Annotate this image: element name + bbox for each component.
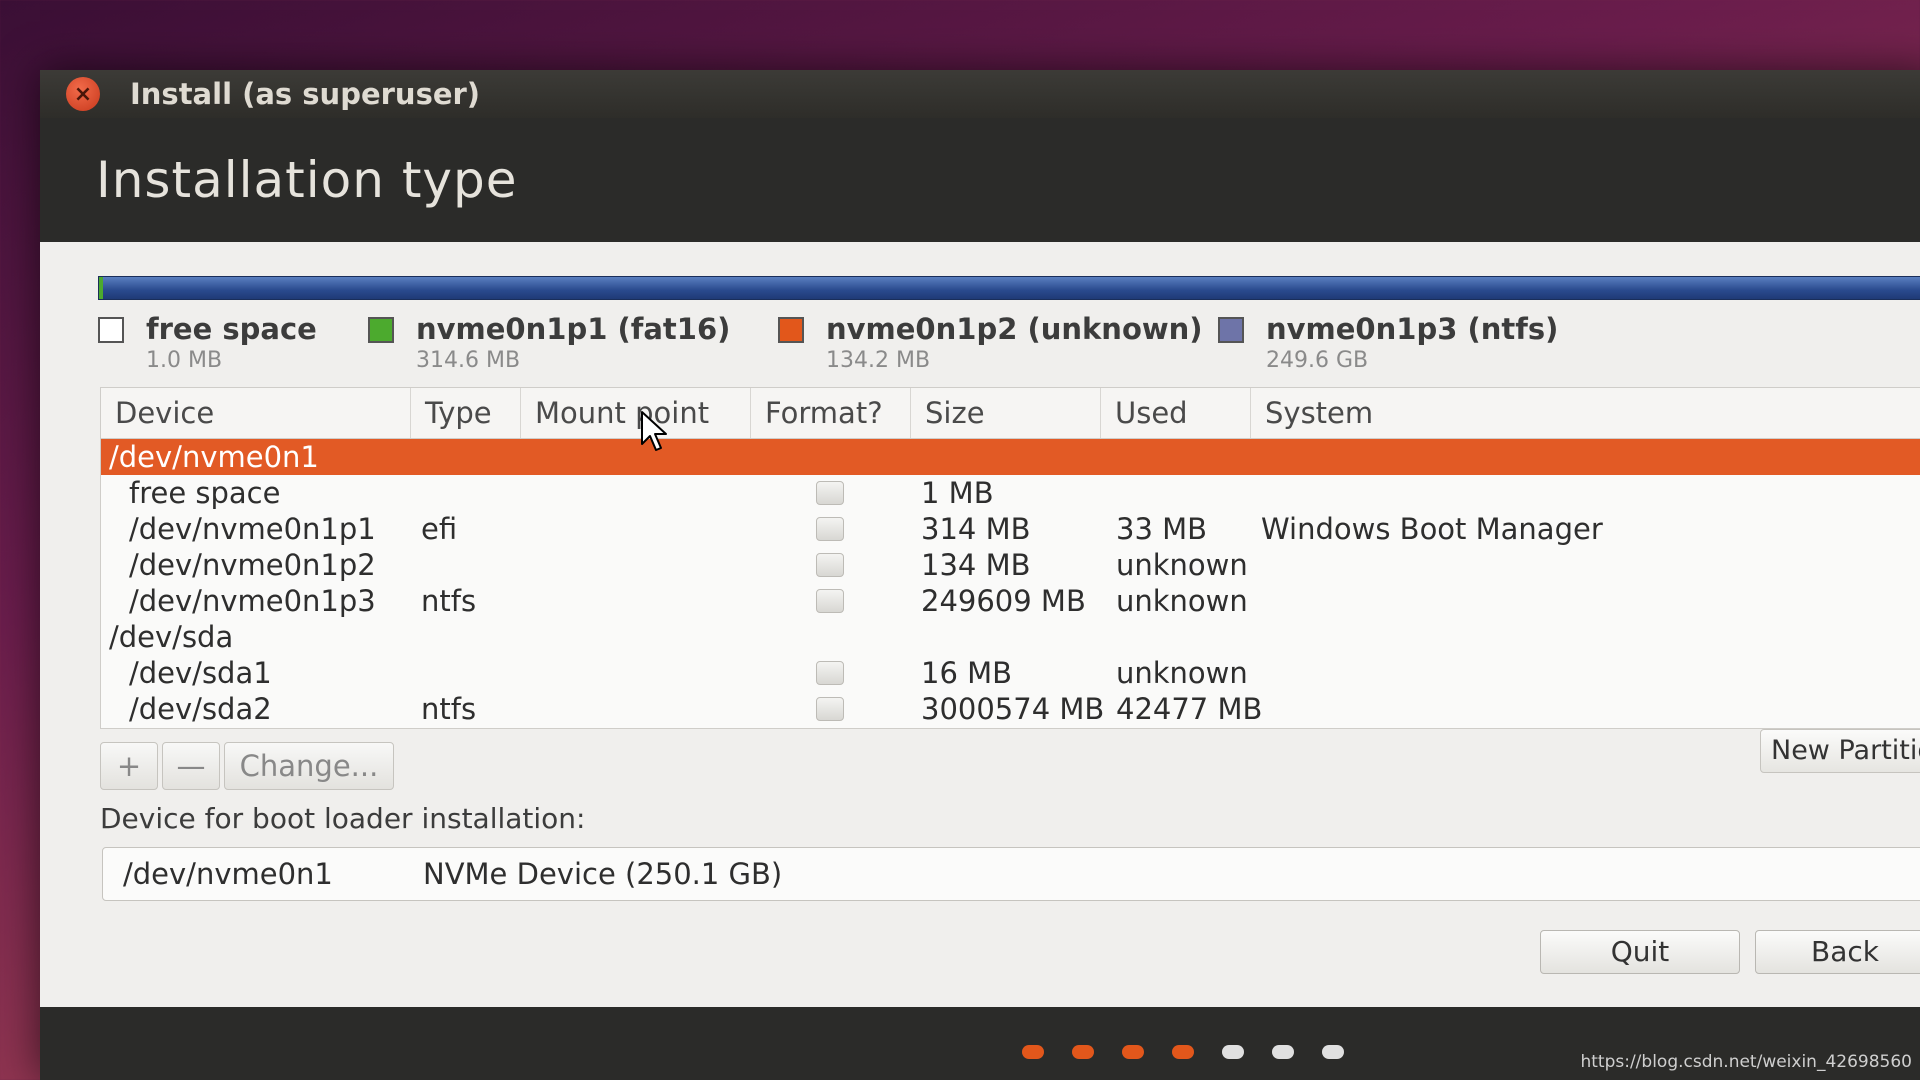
progress-dot [1022, 1045, 1044, 1059]
cell-used: unknown [1116, 656, 1248, 690]
legend-name: nvme0n1p2 (unknown) [826, 312, 1203, 346]
close-icon[interactable]: × [66, 77, 100, 111]
legend-item: free space 1.0 MB [98, 312, 317, 373]
watermark: https://blog.csdn.net/weixin_42698560 [1580, 1052, 1912, 1072]
legend-item: nvme0n1p3 (ntfs) 249.6 GB [1218, 312, 1558, 373]
progress-dot [1272, 1045, 1294, 1059]
legend-size: 249.6 GB [1266, 348, 1369, 373]
table-row[interactable]: /dev/nvme0n1p1 efi 314 MB 33 MB Windows … [101, 511, 1920, 547]
legend-swatch [1218, 317, 1244, 343]
column-header-type[interactable]: Type [411, 388, 521, 438]
column-header-used[interactable]: Used [1101, 388, 1251, 438]
progress-dot [1072, 1045, 1094, 1059]
progress-dot [1322, 1045, 1344, 1059]
mouse-pointer-icon [641, 411, 667, 451]
cell-type: ntfs [421, 584, 477, 618]
legend-name: nvme0n1p3 (ntfs) [1266, 312, 1559, 346]
legend-size: 134.2 MB [826, 348, 931, 373]
cell-size: 1 MB [921, 476, 994, 510]
legend-name: nvme0n1p1 (fat16) [416, 312, 731, 346]
progress-dot [1222, 1045, 1244, 1059]
cell-used: unknown [1116, 584, 1248, 618]
progress-dots [1022, 1045, 1372, 1059]
content-area: free space 1.0 MB nvme0n1p1 (fat16) 314.… [40, 242, 1920, 1007]
cell-size: 16 MB [921, 656, 1013, 690]
progress-dot [1172, 1045, 1194, 1059]
column-header-system[interactable]: System [1251, 388, 1920, 438]
bootloader-device: /dev/nvme0n1 [123, 857, 333, 891]
format-checkbox[interactable] [816, 697, 844, 721]
cell-device: /dev/nvme0n1p2 [129, 548, 376, 582]
cell-device: free space [129, 476, 281, 510]
legend-item: nvme0n1p2 (unknown) 134.2 MB [778, 312, 1203, 373]
remove-partition-button[interactable]: — [162, 742, 220, 790]
cell-used: 33 MB [1116, 512, 1208, 546]
back-button[interactable]: Back [1755, 930, 1920, 974]
new-partition-table-button[interactable]: New Partition [1760, 729, 1920, 773]
table-row[interactable]: /dev/nvme0n1p3 ntfs 249609 MB unknown [101, 583, 1920, 619]
table-row[interactable]: /dev/sda1 16 MB unknown [101, 655, 1920, 691]
cell-system: Windows Boot Manager [1261, 512, 1603, 546]
title-bar: × Install (as superuser) [40, 70, 1920, 118]
page-title: Installation type [96, 151, 518, 209]
cell-size: 249609 MB [921, 584, 1086, 618]
column-header-format[interactable]: Format? [751, 388, 911, 438]
legend-swatch [368, 317, 394, 343]
legend-size: 314.6 MB [416, 348, 521, 373]
cell-device: /dev/nvme0n1p3 [129, 584, 376, 618]
partition-bar-segment [99, 277, 103, 299]
table-row[interactable]: free space 1 MB [101, 475, 1920, 511]
table-row[interactable]: /dev/nvme0n1 [101, 439, 1920, 475]
bootloader-description: NVMe Device (250.1 GB) [423, 857, 783, 891]
column-header-mount-point[interactable]: Mount point [521, 388, 751, 438]
format-checkbox[interactable] [816, 661, 844, 685]
column-header-device[interactable]: Device [101, 388, 411, 438]
installer-window: × Install (as superuser) Installation ty… [40, 70, 1920, 1080]
partition-toolbar: + — Change... [100, 742, 398, 792]
cell-device: /dev/nvme0n1p1 [129, 512, 376, 546]
legend-size: 1.0 MB [146, 348, 223, 373]
bootloader-label: Device for boot loader installation: [100, 802, 586, 835]
table-row[interactable]: /dev/nvme0n1p2 134 MB unknown [101, 547, 1920, 583]
cell-device: /dev/nvme0n1 [109, 440, 319, 474]
cell-device: /dev/sda2 [129, 692, 272, 726]
cell-device: /dev/sda [109, 620, 234, 654]
format-checkbox[interactable] [816, 517, 844, 541]
legend-swatch [98, 317, 124, 343]
cell-used: 42477 MB [1116, 692, 1263, 726]
cell-size: 314 MB [921, 512, 1031, 546]
legend-name: free space [146, 312, 317, 346]
add-partition-button[interactable]: + [100, 742, 158, 790]
cell-device: /dev/sda1 [129, 656, 272, 690]
format-checkbox[interactable] [816, 553, 844, 577]
change-partition-button[interactable]: Change... [224, 742, 394, 790]
cell-used: unknown [1116, 548, 1248, 582]
legend-item: nvme0n1p1 (fat16) 314.6 MB [368, 312, 730, 373]
table-row[interactable]: /dev/sda [101, 619, 1920, 655]
column-header-size[interactable]: Size [911, 388, 1101, 438]
cell-type: ntfs [421, 692, 477, 726]
cell-size: 3000574 MB [921, 692, 1105, 726]
format-checkbox[interactable] [816, 481, 844, 505]
quit-button[interactable]: Quit [1540, 930, 1740, 974]
partition-table: Device Type Mount point Format? Size Use… [100, 387, 1920, 729]
cell-size: 134 MB [921, 548, 1031, 582]
table-row[interactable]: /dev/sda2 ntfs 3000574 MB 42477 MB [101, 691, 1920, 727]
partition-legend: free space 1.0 MB nvme0n1p1 (fat16) 314.… [98, 312, 1920, 373]
legend-swatch [778, 317, 804, 343]
format-checkbox[interactable] [816, 589, 844, 613]
window-title: Install (as superuser) [130, 77, 481, 111]
table-header: Device Type Mount point Format? Size Use… [101, 388, 1920, 439]
cell-type: efi [421, 512, 458, 546]
page-header: Installation type [40, 118, 1920, 242]
progress-dot [1122, 1045, 1144, 1059]
bootloader-device-select[interactable]: /dev/nvme0n1 NVMe Device (250.1 GB) [102, 847, 1920, 901]
partition-bar [98, 276, 1920, 300]
